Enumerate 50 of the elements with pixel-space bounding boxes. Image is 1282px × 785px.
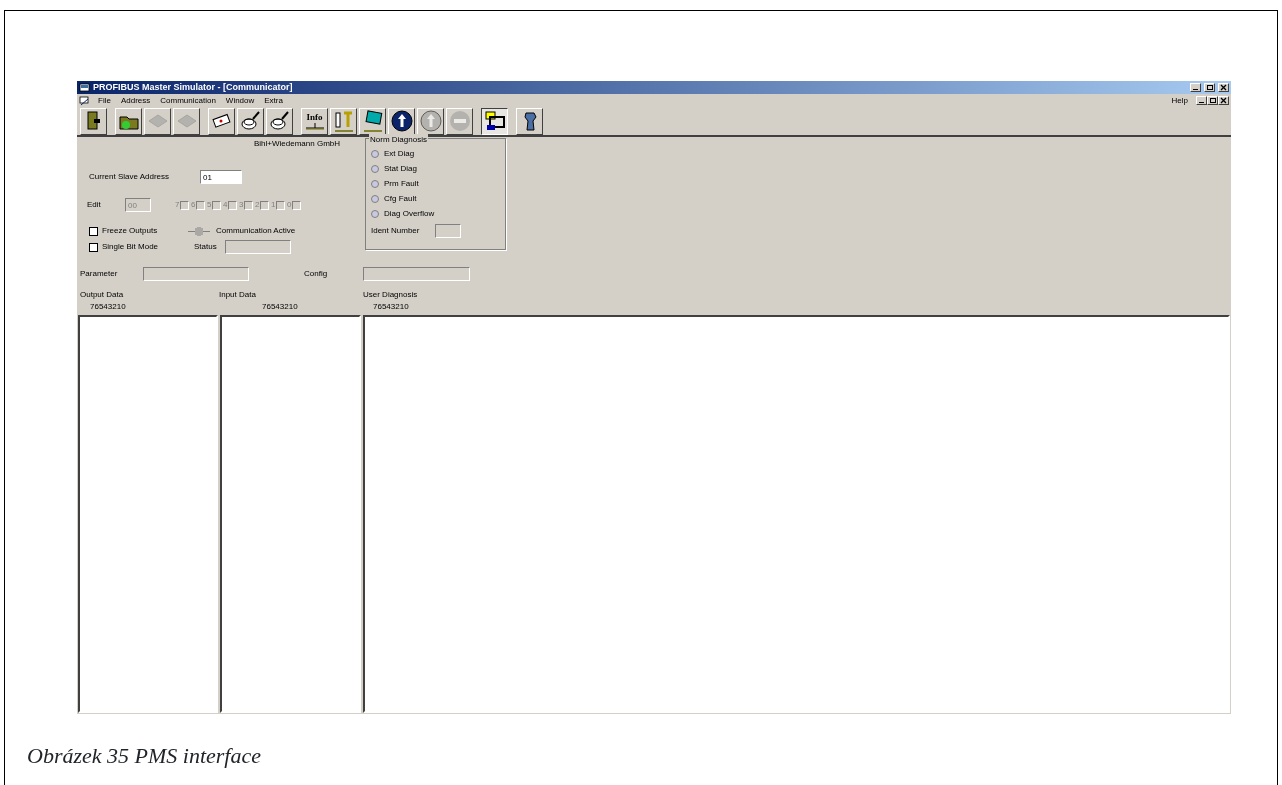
app-icon [79,82,90,93]
document-icon [79,95,90,106]
input-data-label: Input Data [219,289,257,301]
parameter-label: Parameter [80,268,119,280]
diagnosis-label: Diag Overflow [384,208,435,220]
magnifier-icon [267,109,292,133]
menu-item[interactable]: Communication [158,94,218,107]
company-name: Bihl+Wiedemann GmbH [254,139,341,148]
diagnosis-label: Stat Diag [384,163,417,175]
stop-icon [447,109,472,133]
checkbox-option[interactable]: Single Bit Mode [89,241,188,253]
config-label: Config [304,268,329,280]
communication-status-label: Communication Active [216,225,296,237]
close-button[interactable] [1218,96,1229,105]
figure-caption: Obrázek 35 PMS interface [27,742,261,770]
maximize-button[interactable] [1204,83,1215,92]
toolbar-button[interactable]: Info [301,107,328,135]
diagnosis-label: Cfg Fault [384,193,417,205]
minimize-button[interactable] [1190,83,1201,92]
output-data-label: Output Data [80,289,125,301]
menu-item[interactable]: Address [118,94,153,107]
status-field [225,240,291,254]
status-label: Status [194,241,218,253]
bit-numbers: 76543210 [262,302,298,311]
close-icon [1220,97,1227,104]
ident-number-label: Ident Number [371,225,421,237]
edit-label: Edit [86,199,102,211]
user-diagnosis-label: User Diagnosis [363,289,419,301]
ident-number-field [435,224,461,238]
window-title: PROFIBUS Master Simulator - [Communicator] [93,80,293,94]
slave-address-label: Current Slave Address [88,171,171,183]
menu-item[interactable]: Extra [262,94,285,107]
bit-numbers: 76543210 [90,302,126,311]
bit-numbers: 76543210 [373,302,409,311]
menu-item[interactable]: File [96,94,113,107]
magnifier-icon [238,109,263,133]
menu-item[interactable]: Window [223,94,257,107]
stand-icon [303,121,326,130]
group-title: Norm Diagnosis [369,134,428,146]
diagnosis-label: Ext Diag [384,148,415,160]
minimize-button[interactable] [1196,96,1207,105]
maximize-button[interactable] [1207,96,1218,105]
network-icon [482,109,507,133]
close-button[interactable] [1218,83,1229,92]
diagnosis-label: Prm Fault [384,178,419,190]
slave-address-field[interactable]: 01 [200,170,242,184]
checkbox-option[interactable]: Freeze Outputs [89,225,188,237]
menu-item[interactable]: Help [1169,94,1190,107]
close-icon [1220,84,1227,91]
toolbar-button[interactable] [481,107,508,135]
